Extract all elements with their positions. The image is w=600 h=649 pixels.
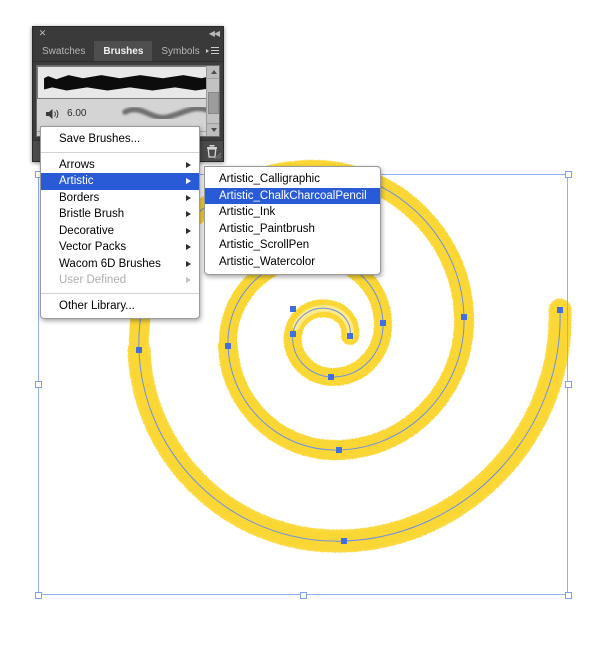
chevron-right-icon [186, 277, 191, 283]
menu-separator [41, 292, 199, 294]
menu-item-artistic[interactable]: Artistic [41, 173, 199, 190]
menu-item-label: Wacom 6D Brushes [59, 257, 161, 270]
scrollbar-thumb[interactable] [208, 92, 219, 114]
submenu-item-artistic-paintbrush[interactable]: Artistic_Paintbrush [205, 221, 380, 238]
menu-item-label: Artistic [59, 175, 94, 187]
menu-item-arrows[interactable]: Arrows [41, 157, 199, 174]
panel-options-menu-icon[interactable] [206, 46, 219, 57]
menu-item-user-defined: User Defined [41, 272, 199, 289]
handle-w[interactable] [34, 381, 42, 388]
chevron-right-icon [186, 244, 191, 250]
scroll-up-icon[interactable] [207, 66, 219, 79]
tab-symbols[interactable]: Symbols [152, 41, 209, 61]
menu-item-wacom-6d-brushes[interactable]: Wacom 6D Brushes [41, 256, 199, 273]
collapse-panel-icon[interactable]: ◀◀ [209, 29, 220, 38]
handle-ne[interactable] [564, 170, 572, 178]
brush-libraries-menu[interactable]: Save Brushes... Arrows Artistic Borders Bris… [40, 126, 200, 319]
bristle-size-icon [46, 109, 59, 119]
submenu-item-artistic-calligraphic[interactable]: Artistic_Calligraphic [205, 171, 380, 188]
brush-size-value: 6.00 [67, 108, 87, 119]
brush-thumbnail-calligraphic [44, 75, 210, 91]
submenu-item-artistic-watercolor[interactable]: Artistic_Watercolor [205, 254, 380, 271]
menu-item-label: User Defined [59, 274, 127, 286]
illustrator-screenshot: ✕ ◀◀ Swatches Brushes Symbols 6.00 Save … [0, 0, 600, 649]
menu-item-label: Borders [59, 191, 100, 204]
submenu-item-artistic-chalkcharcoalpencil[interactable]: Artistic_ChalkCharcoalPencil [205, 187, 380, 204]
menu-item-label: Decorative [59, 224, 114, 237]
brush-list-scrollbar[interactable] [206, 66, 219, 136]
menu-item-label: Other Library... [59, 299, 135, 312]
chevron-right-icon [186, 178, 191, 184]
panel-tab-strip[interactable]: Swatches Brushes Symbols [33, 41, 223, 62]
menu-item-label: Vector Packs [59, 241, 127, 253]
handle-se[interactable] [564, 591, 572, 599]
menu-item-other-library[interactable]: Other Library... [41, 298, 199, 315]
menu-item-borders[interactable]: Borders [41, 190, 199, 207]
scroll-down-icon[interactable] [207, 123, 219, 136]
handle-sw[interactable] [34, 591, 42, 599]
submenu-item-artistic-ink[interactable]: Artistic_Ink [205, 204, 380, 221]
tab-brushes[interactable]: Brushes [94, 41, 153, 61]
artistic-submenu[interactable]: Artistic_Calligraphic Artistic_ChalkCharc… [204, 166, 381, 275]
chevron-right-icon [186, 211, 191, 217]
menu-item-label: Bristle Brush [59, 208, 125, 220]
menu-item-decorative[interactable]: Decorative [41, 223, 199, 240]
chevron-right-icon [186, 227, 191, 234]
panel-titlebar: ✕ ◀◀ [33, 27, 223, 41]
chevron-right-icon [186, 161, 191, 168]
chevron-right-icon [186, 260, 191, 267]
chevron-right-icon [186, 194, 191, 201]
panel-resize-grip[interactable] [214, 152, 222, 160]
submenu-item-artistic-scrollpen[interactable]: Artistic_ScrollPen [205, 237, 380, 254]
menu-item-bristle-brush[interactable]: Bristle Brush [41, 206, 199, 223]
menu-item-vector-packs[interactable]: Vector Packs [41, 239, 199, 256]
tab-swatches[interactable]: Swatches [33, 41, 95, 61]
menu-item-label: Arrows [59, 158, 95, 171]
menu-item-label: Save Brushes... [59, 133, 141, 145]
menu-item-save-brushes[interactable]: Save Brushes... [41, 131, 199, 148]
brush-thumbnail-bristle [122, 105, 215, 121]
handle-e[interactable] [564, 381, 572, 388]
close-icon[interactable]: ✕ [38, 29, 47, 38]
handle-s[interactable] [299, 591, 307, 599]
menu-separator [41, 151, 199, 153]
brush-item-calligraphic[interactable] [37, 66, 219, 99]
